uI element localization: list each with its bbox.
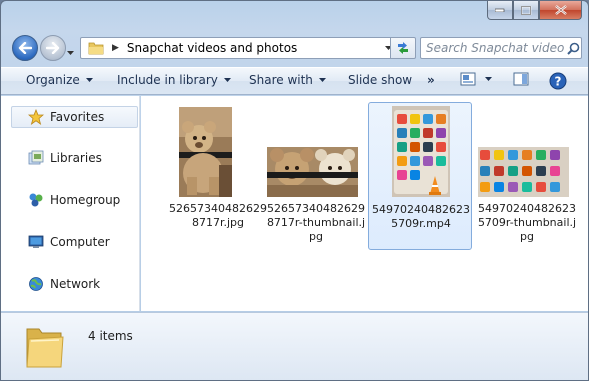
share-with-label: Share with bbox=[249, 73, 313, 87]
refresh-button[interactable] bbox=[390, 37, 416, 59]
sidebar-item-libraries[interactable]: Libraries bbox=[1, 147, 140, 169]
view-icon bbox=[460, 72, 476, 86]
video-thumbnail bbox=[392, 106, 450, 197]
arrow-left-icon bbox=[18, 42, 32, 54]
folder-icon bbox=[88, 42, 104, 55]
chevron-down-icon bbox=[223, 78, 231, 82]
preview-pane-icon bbox=[513, 72, 529, 86]
sidebar-item-label: Homegroup bbox=[50, 193, 121, 207]
file-name: 549702404826235709r-thumbnail.jpg bbox=[477, 202, 577, 243]
search-box bbox=[420, 37, 582, 59]
computer-icon bbox=[28, 235, 44, 248]
file-name: 526573404826298717r.jpg bbox=[169, 202, 267, 229]
homegroup-icon bbox=[29, 193, 43, 207]
maximize-button[interactable] bbox=[513, 1, 539, 20]
file-list: 526573404826298717r.jpg 5265734048262987… bbox=[141, 96, 588, 311]
slide-show-button[interactable]: Slide show bbox=[348, 73, 412, 87]
organize-label: Organize bbox=[26, 73, 80, 87]
change-view-button[interactable] bbox=[460, 72, 492, 86]
caption-buttons bbox=[487, 1, 582, 21]
sidebar-item-label: Favorites bbox=[50, 110, 105, 124]
sidebar-item-label: Computer bbox=[50, 235, 110, 249]
more-commands-button[interactable]: » bbox=[427, 73, 435, 87]
address-bar[interactable]: ▶ Snapchat videos and photos bbox=[80, 37, 398, 59]
command-bar: Organize Include in library Share with S… bbox=[1, 67, 588, 95]
forward-button[interactable] bbox=[40, 35, 66, 61]
minimize-button[interactable] bbox=[487, 1, 513, 20]
image-thumbnail bbox=[478, 147, 569, 197]
chevron-down-icon bbox=[318, 78, 326, 82]
image-thumbnail bbox=[267, 147, 358, 197]
file-name: 549702404826235709r.mp4 bbox=[372, 203, 470, 230]
file-item[interactable]: 526573404826298717r-thumbnail.jpg bbox=[264, 101, 368, 249]
sidebar-item-computer[interactable]: Computer bbox=[1, 231, 140, 253]
arrow-right-icon bbox=[46, 42, 60, 54]
file-name: 526573404826298717r-thumbnail.jpg bbox=[266, 202, 366, 243]
chevron-down-icon bbox=[67, 51, 74, 55]
file-item[interactable]: 526573404826298717r.jpg bbox=[166, 101, 270, 249]
sidebar-item-label: Network bbox=[50, 277, 101, 291]
details-pane: 4 items bbox=[1, 312, 588, 380]
slide-show-label: Slide show bbox=[348, 73, 413, 87]
refresh-icon bbox=[398, 42, 408, 54]
sidebar-item-label: Libraries bbox=[50, 151, 102, 165]
star-icon bbox=[28, 109, 44, 125]
svg-text:?: ? bbox=[555, 75, 562, 89]
sidebar-item-homegroup[interactable]: Homegroup bbox=[1, 189, 140, 211]
back-button[interactable] bbox=[12, 35, 38, 61]
chevron-down-icon bbox=[485, 77, 492, 81]
file-item[interactable]: 549702404826235709r.mp4 bbox=[368, 102, 472, 250]
sidebar-item-favorites[interactable]: Favorites bbox=[11, 106, 138, 128]
image-thumbnail bbox=[179, 107, 232, 197]
breadcrumb-folder[interactable]: Snapchat videos and photos bbox=[127, 41, 297, 55]
navigation-bar: ▶ Snapchat videos and photos bbox=[9, 32, 584, 62]
close-button[interactable] bbox=[539, 1, 582, 20]
breadcrumb-separator-icon[interactable]: ▶ bbox=[112, 43, 119, 53]
search-icon[interactable] bbox=[567, 42, 580, 55]
recent-pages-dropdown[interactable] bbox=[67, 44, 74, 58]
include-in-library-label: Include in library bbox=[117, 73, 218, 87]
include-in-library-button[interactable]: Include in library bbox=[117, 73, 231, 87]
organize-button[interactable]: Organize bbox=[26, 73, 93, 87]
network-icon bbox=[29, 277, 43, 291]
libraries-icon bbox=[28, 150, 44, 165]
help-icon: ? bbox=[549, 72, 567, 90]
sidebar-item-network[interactable]: Network bbox=[1, 273, 140, 295]
more-commands-label: » bbox=[427, 73, 435, 87]
search-input[interactable] bbox=[426, 41, 564, 55]
help-button[interactable]: ? bbox=[549, 72, 567, 90]
preview-pane-button[interactable] bbox=[513, 72, 529, 86]
share-with-button[interactable]: Share with bbox=[249, 73, 326, 87]
file-item[interactable]: 549702404826235709r-thumbnail.jpg bbox=[475, 101, 579, 249]
navigation-pane: Favorites Libraries Homegroup Computer N… bbox=[1, 96, 140, 311]
explorer-window: ▶ Snapchat videos and photos Organize bbox=[0, 0, 589, 381]
item-count: 4 items bbox=[88, 329, 133, 343]
chevron-down-icon bbox=[85, 78, 93, 82]
folder-icon bbox=[26, 328, 64, 368]
